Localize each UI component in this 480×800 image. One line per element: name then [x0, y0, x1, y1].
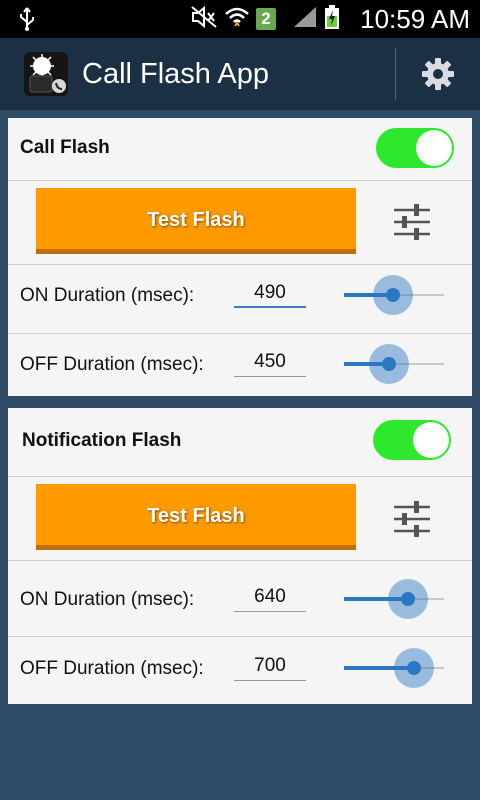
- notification-flash-card: Notification Flash Test Flash ON Duratio…: [8, 408, 472, 704]
- off-duration-slider[interactable]: [344, 648, 444, 688]
- slider-thumb[interactable]: [386, 288, 400, 302]
- app-logo-icon: [24, 52, 68, 96]
- action-bar-divider: [395, 48, 396, 100]
- call-flash-toggle[interactable]: [376, 128, 454, 168]
- settings-gear-icon[interactable]: [420, 56, 456, 92]
- divider: [8, 180, 472, 181]
- app-title: Call Flash App: [82, 58, 269, 90]
- off-duration-input[interactable]: 700: [234, 655, 306, 681]
- tune-settings-icon[interactable]: [394, 499, 430, 539]
- signal-icon: [292, 5, 318, 34]
- usb-icon: [16, 6, 38, 37]
- section-title: Call Flash: [20, 137, 110, 158]
- slider-thumb[interactable]: [401, 592, 415, 606]
- battery-charging-icon: [324, 4, 340, 35]
- wifi-icon: [224, 5, 250, 34]
- divider: [8, 636, 472, 637]
- tune-settings-icon[interactable]: [394, 202, 430, 242]
- toggle-knob: [416, 130, 452, 166]
- slider-thumb[interactable]: [382, 357, 396, 371]
- divider: [8, 333, 472, 334]
- on-duration-slider[interactable]: [344, 579, 444, 619]
- action-bar: Call Flash App: [0, 38, 480, 110]
- slider-thumb[interactable]: [407, 661, 421, 675]
- mute-icon: [190, 5, 218, 34]
- off-duration-label: OFF Duration (msec):: [20, 354, 204, 375]
- on-duration-label: ON Duration (msec):: [20, 589, 195, 610]
- call-flash-card: Call Flash Test Flash ON Duration (msec)…: [8, 118, 472, 396]
- on-duration-input[interactable]: 490: [234, 282, 306, 308]
- status-time: 10:59 AM: [360, 4, 470, 34]
- section-title: Notification Flash: [22, 430, 182, 451]
- divider: [8, 476, 472, 477]
- on-duration-slider[interactable]: [344, 275, 444, 315]
- off-duration-input[interactable]: 450: [234, 351, 306, 377]
- off-duration-slider[interactable]: [344, 344, 444, 384]
- divider: [8, 264, 472, 265]
- divider: [8, 560, 472, 561]
- off-duration-label: OFF Duration (msec):: [20, 658, 204, 679]
- status-bar: 2 10:59 AM: [0, 0, 480, 38]
- on-duration-label: ON Duration (msec):: [20, 285, 195, 306]
- notification-flash-toggle[interactable]: [373, 420, 451, 460]
- test-flash-button[interactable]: Test Flash: [36, 188, 356, 254]
- test-flash-button[interactable]: Test Flash: [36, 484, 356, 550]
- sim-badge: 2: [256, 8, 276, 30]
- on-duration-input[interactable]: 640: [234, 586, 306, 612]
- toggle-knob: [413, 422, 449, 458]
